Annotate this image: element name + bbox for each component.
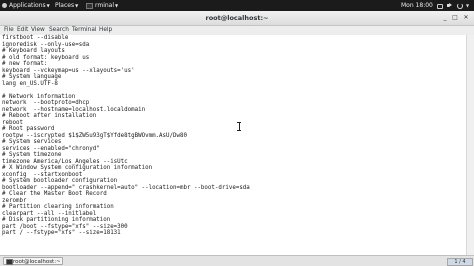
menu-edit[interactable]: Edit xyxy=(17,26,28,35)
workspace-switcher[interactable]: 1 / 4 xyxy=(447,258,473,266)
menu-bar: File Edit View Search Terminal Help xyxy=(0,26,474,35)
terminal-icon xyxy=(6,259,13,265)
menu-terminal[interactable]: Terminal xyxy=(72,26,97,35)
active-app-menu[interactable]: rminal▼ xyxy=(86,0,118,11)
menu-help[interactable]: Help xyxy=(99,26,112,35)
minimize-button[interactable]: _ xyxy=(441,14,449,22)
menu-search[interactable]: Search xyxy=(49,26,69,35)
power-icon[interactable] xyxy=(457,3,463,9)
clock[interactable]: Mon 18:00 xyxy=(401,0,433,11)
top-panel: Applications▼ Places▼ rminal▼ Mon 18:00 … xyxy=(0,0,474,11)
terminal-line: part / --fstype="xfs" --size=18131 xyxy=(2,230,121,236)
terminal-icon xyxy=(86,2,93,9)
close-button[interactable]: ✕ xyxy=(462,14,470,22)
chevron-down-icon[interactable]: ▼ xyxy=(466,0,469,11)
applications-menu[interactable]: Applications▼ xyxy=(2,0,50,11)
maximize-button[interactable]: □ xyxy=(451,14,459,22)
menu-view[interactable]: View xyxy=(31,26,45,35)
places-menu[interactable]: Places▼ xyxy=(55,0,78,11)
bottom-taskbar: root@localhost:~ 1 / 4 xyxy=(0,255,474,266)
network-icon[interactable] xyxy=(437,4,443,9)
taskbar-window-button[interactable]: root@localhost:~ xyxy=(3,257,63,265)
scrollbar[interactable] xyxy=(466,35,474,255)
chevron-down-icon: ▼ xyxy=(46,3,50,8)
text-cursor-icon xyxy=(237,122,241,131)
volume-icon[interactable] xyxy=(447,3,452,8)
menu-file[interactable]: File xyxy=(4,26,14,35)
terminal-output[interactable]: firstboot --disable ignoredisk --only-use… xyxy=(0,35,466,255)
gnome-foot-icon xyxy=(2,3,7,8)
chevron-down-icon: ▼ xyxy=(115,3,119,8)
terminal-line: lang en_US.UTF-8 xyxy=(2,80,58,87)
window-titlebar[interactable]: root@localhost:~ _ □ ✕ xyxy=(0,11,474,26)
chevron-down-icon: ▼ xyxy=(75,3,79,8)
window-title: root@localhost:~ xyxy=(205,14,269,22)
